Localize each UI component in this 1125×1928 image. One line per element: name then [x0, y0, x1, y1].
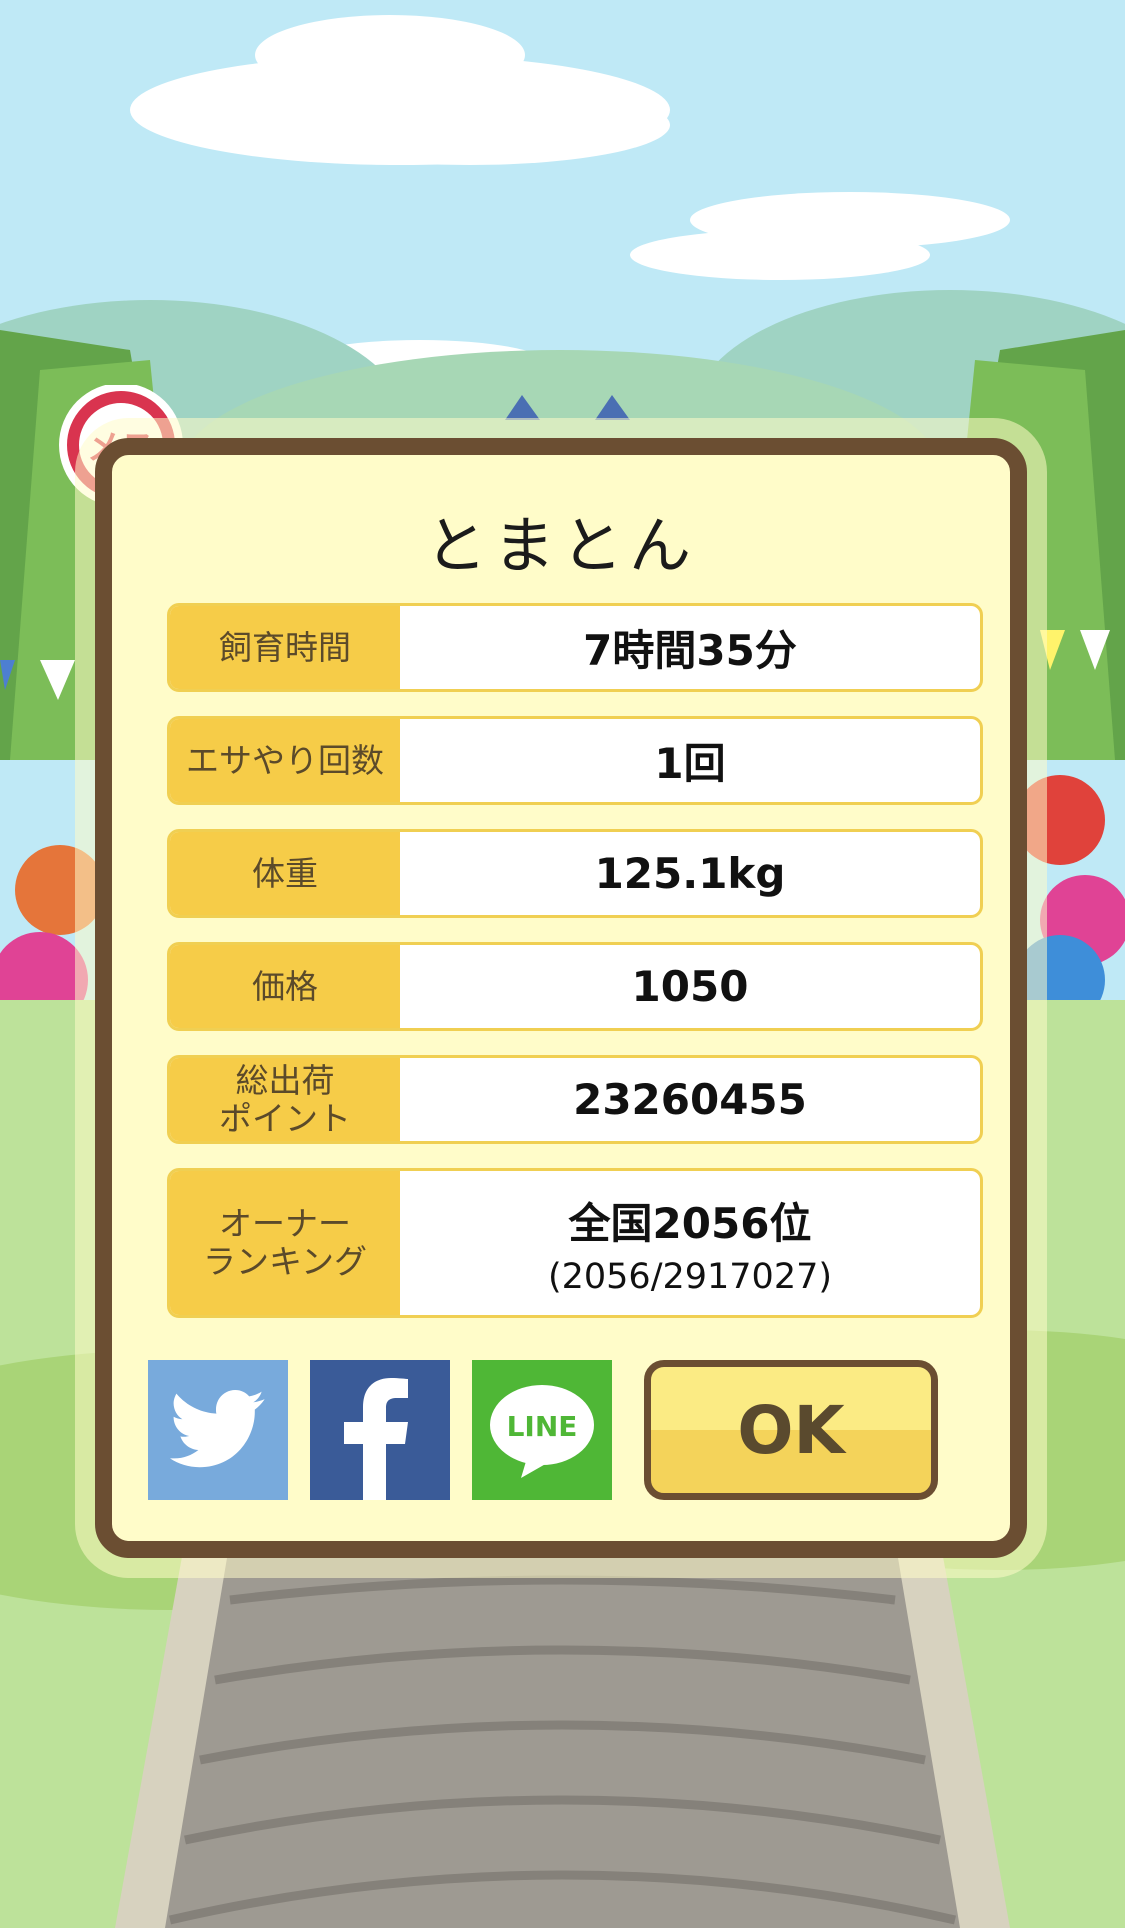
ranking-value: 全国2056位	[568, 1198, 812, 1248]
stat-value: 23260455	[573, 1075, 807, 1124]
line-speech-bubble-icon: LINE	[490, 1385, 594, 1478]
stat-row-breeding-time: 飼育時間 7時間35分	[167, 603, 983, 692]
line-share-button[interactable]: LINE	[472, 1360, 612, 1500]
stat-value: 7時間35分	[583, 626, 797, 675]
stat-label: 総出荷 ポイント	[170, 1058, 400, 1141]
stat-row-feed-count: エサやり回数 1回	[167, 716, 983, 805]
ok-button[interactable]: OK	[644, 1360, 938, 1500]
stat-label: エサやり回数	[170, 719, 400, 802]
stat-row-price: 価格 1050	[167, 942, 983, 1031]
stat-value: 125.1kg	[594, 849, 786, 898]
twitter-share-button[interactable]	[148, 1360, 288, 1500]
stat-row-owner-ranking: オーナー ランキング 全国2056位 (2056/2917027)	[167, 1168, 983, 1318]
stat-label: 体重	[170, 832, 400, 915]
stat-label: 価格	[170, 945, 400, 1028]
stat-label: オーナー ランキング	[170, 1171, 400, 1315]
line-logo-text: LINE	[507, 1410, 578, 1443]
facebook-f-icon	[344, 1378, 408, 1500]
twitter-bird-icon	[170, 1390, 265, 1468]
pig-info-dialog: とまとん 飼育時間 7時間35分 エサやり回数 1回 体重 125.1kg 価格…	[95, 438, 1027, 1558]
stat-row-weight: 体重 125.1kg	[167, 829, 983, 918]
stat-label: 飼育時間	[170, 606, 400, 689]
ranking-detail: (2056/2917027)	[547, 1256, 833, 1297]
stat-value: 1050	[631, 962, 749, 1011]
stat-value: 1回	[654, 739, 726, 788]
stat-value: 全国2056位 (2056/2917027)	[400, 1171, 980, 1315]
facebook-share-button[interactable]	[310, 1360, 450, 1500]
pig-name-title: とまとん	[424, 509, 697, 582]
stat-row-shipping-points: 総出荷 ポイント 23260455	[167, 1055, 983, 1144]
